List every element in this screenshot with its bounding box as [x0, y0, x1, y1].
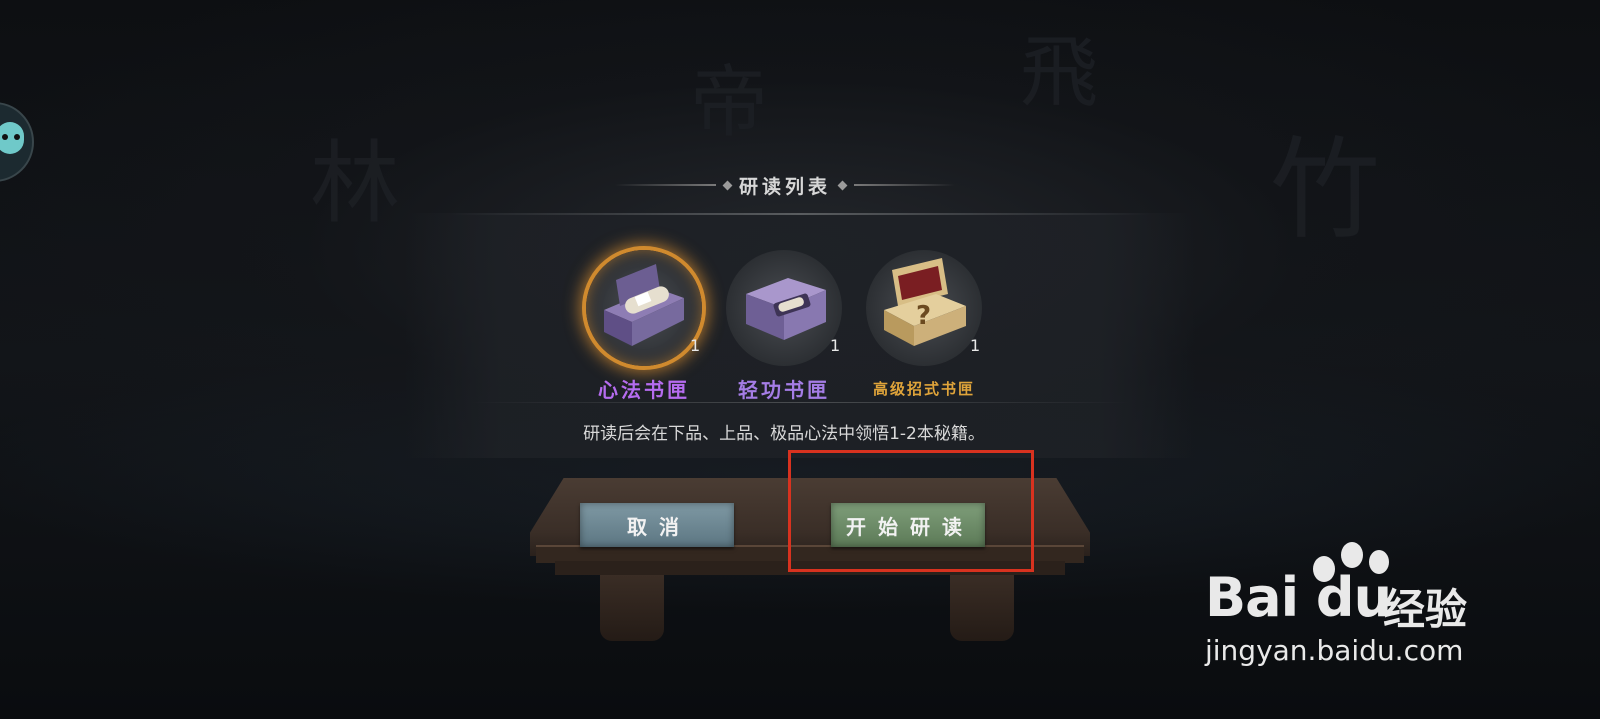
watermark-product: 经验 [1383, 585, 1468, 634]
background-calligraphy-left: 帝 [690, 58, 769, 148]
background-calligraphy-right: 飛 [1020, 28, 1099, 118]
title-divider-left [615, 184, 716, 186]
title-divider-right [854, 184, 956, 186]
panel-top-border [450, 213, 1150, 215]
highlight-annotation-box [788, 450, 1034, 572]
item-slot [726, 250, 842, 366]
dialog-title: 研读列表 [739, 175, 832, 198]
purple-chest-icon [746, 278, 826, 340]
panel-divider [470, 402, 1130, 403]
diamond-ornament-icon [722, 180, 733, 190]
watermark-brand: Bai du [1205, 566, 1392, 629]
item-qinggong-box[interactable]: 1 轻功书匣 [714, 250, 854, 402]
item-xinfa-box[interactable]: 1 心法书匣 [574, 250, 714, 402]
item-count: 1 [690, 336, 701, 355]
svg-text:?: ? [916, 301, 931, 331]
study-description: 研读后会在下品、上品、极品心法中领悟1-2本秘籍。 [583, 424, 985, 444]
cancel-button[interactable]: 取消 [580, 503, 734, 547]
baidu-jingyan-watermark: Bai du 经验 jingyan.baidu.com [1205, 536, 1505, 676]
table-leg-left [600, 575, 664, 641]
item-count: 1 [970, 336, 981, 355]
table-leg-right [950, 575, 1014, 641]
item-slot-selected [586, 250, 702, 366]
watermark-url: jingyan.baidu.com [1205, 634, 1464, 667]
dialog-title-bar: 研读列表 [615, 170, 956, 200]
gold-chest-icon: ? [884, 258, 966, 346]
item-slot: ? [866, 250, 982, 366]
background-calligraphy-far-right: 竹 [1270, 126, 1380, 254]
item-name: 高级招式书匣 [872, 380, 975, 398]
item-name: 心法书匣 [598, 378, 690, 402]
item-advanced-move-box[interactable]: ? 1 高级招式书匣 [854, 250, 994, 400]
background-calligraphy-far-left: 林 [310, 131, 400, 236]
item-name: 轻功书匣 [738, 378, 830, 402]
purple-scroll-box-icon [604, 264, 684, 346]
diamond-ornament-icon [837, 180, 848, 190]
item-count: 1 [830, 336, 841, 355]
